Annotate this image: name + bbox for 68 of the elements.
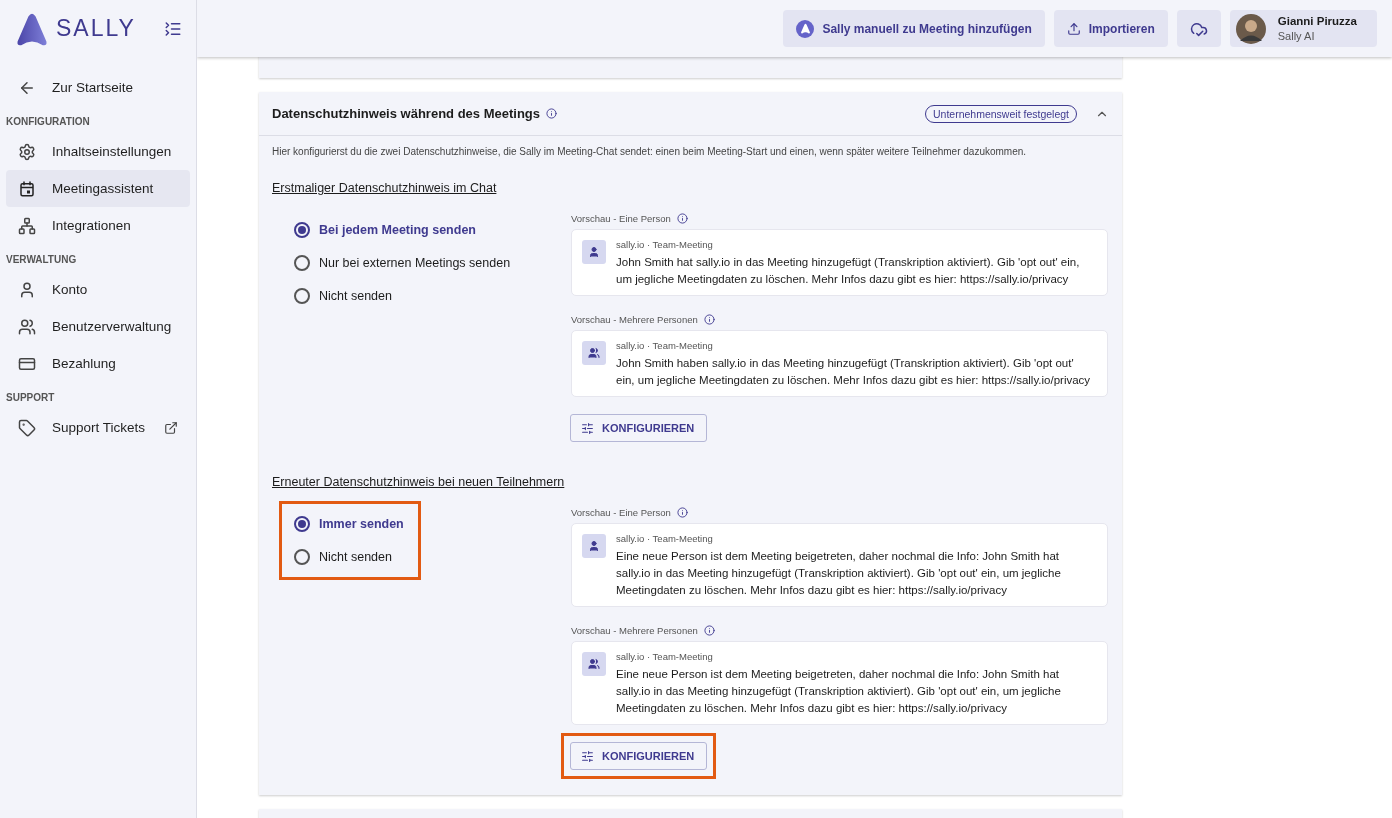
person-icon [582, 240, 606, 264]
cloud-check-button[interactable] [1176, 10, 1221, 47]
nav-item[interactable]: Support Tickets [6, 409, 190, 446]
radio-option[interactable]: Nur bei externen Meetings senden [294, 252, 511, 274]
message-text: Eine neue Person ist dem Meeting beigetreten, daher nochmal die Info: John Smith hat sally.io in das Meeting hinzugefügt (Transkription aktiviert). Gib 'opt out' ein, um jegliche Meetingdaten zu löschen. Mehr Infos dazu gibt es hier: https://sally.io/privacy [616, 549, 1062, 598]
message-text: John Smith hat sally.io in das Meeting hinzugefügt (Transkription aktiviert). Gib 'opt out' ein, um jegliche Meetingdaten zu löschen. Mehr Infos dazu gibt es hier: https://sally.io/privacy [616, 255, 1081, 287]
panel-description: Hier konfigurierst du die zwei Datenschutzhinweise, die Sally im Meeting-Chat sendet: einen beim Meeting-Start und einen, wenn später weitere Teilnehmer dazukommen. [272, 146, 1028, 157]
preview-label: Vorschau - Eine Person [571, 507, 671, 518]
collapse-menu-icon[interactable] [164, 19, 182, 38]
nav-item[interactable]: Benutzerverwaltung [6, 308, 190, 345]
add-sally-button[interactable]: Sally manuell zu Meeting hinzufügen [783, 10, 1045, 47]
nav-icon [18, 418, 36, 437]
message-sender: sally.io · Team-Meeting [616, 533, 714, 544]
preview-label: Vorschau - Mehrere Personen [571, 314, 698, 325]
configure-button[interactable]: KONFIGURIEREN [570, 742, 708, 770]
person-icon [582, 534, 606, 558]
external-link-icon [164, 420, 178, 435]
info-icon [703, 625, 715, 636]
info-icon [676, 507, 688, 518]
configure-button[interactable]: KONFIGURIEREN [570, 414, 708, 442]
section-title: Erstmaliger Datenschutzhinweis im Chat [272, 181, 498, 195]
nav-item[interactable]: Meetingassistent [6, 170, 190, 207]
upload-icon [1066, 21, 1081, 36]
avatar [1235, 13, 1266, 44]
back-link[interactable]: Zur Startseite [6, 69, 190, 106]
user-role: Sally AI [1277, 30, 1316, 42]
nav-section-title: KONFIGURATION [6, 116, 91, 127]
radio-option[interactable]: Bei jedem Meeting senden [294, 219, 511, 241]
nav-icon [18, 280, 36, 299]
info-icon [676, 213, 688, 224]
import-button[interactable]: Importieren [1053, 10, 1168, 47]
radio-icon[interactable] [294, 549, 310, 565]
nav-icon [18, 317, 36, 336]
message-sender: sally.io · Team-Meeting [616, 340, 714, 351]
message-sender: sally.io · Team-Meeting [616, 239, 714, 250]
nav-icon [18, 142, 36, 161]
nav-item[interactable]: Integrationen [6, 207, 190, 244]
preview-label: Vorschau - Eine Person [571, 213, 671, 224]
sliders-icon [581, 749, 594, 763]
radio-option[interactable]: Nicht senden [294, 285, 511, 307]
radio-icon[interactable] [294, 222, 310, 238]
panel-title: Datenschutzhinweis während des Meetings [272, 106, 540, 121]
nav-item[interactable]: Konto [6, 271, 190, 308]
user-menu[interactable]: Gianni Piruzza Sally AI [1229, 10, 1377, 47]
radio-icon[interactable] [294, 288, 310, 304]
section-title: Erneuter Datenschutzhinweis bei neuen Teilnehmern [272, 475, 566, 489]
group-icon [582, 341, 606, 365]
nav-section-title: VERWALTUNG [6, 254, 78, 265]
logo-icon [799, 23, 811, 34]
message-text: John Smith haben sally.io in das Meeting hinzugefügt (Transkription aktiviert). Gib 'opt out' ein, um jegliche Meetingdaten zu löschen. Mehr Infos dazu gibt es hier: https://sally.io/privacy [616, 356, 1092, 388]
info-icon [546, 108, 557, 119]
nav-section-title: SUPPORT [6, 392, 56, 403]
nav-icon [18, 179, 36, 198]
info-icon [703, 314, 715, 325]
group-icon [582, 652, 606, 676]
message-text: Eine neue Person ist dem Meeting beigetreten, daher nochmal die Info: John Smith hat sally.io in das Meeting hinzugefügt (Transkription aktiviert). Gib 'opt out' ein, um jegliche Meetingdaten zu löschen. Mehr Infos dazu gibt es hier: https://sally.io/privacy [616, 667, 1062, 716]
user-name: Gianni Piruzza [1277, 15, 1357, 27]
preview-label: Vorschau - Mehrere Personen [571, 625, 698, 636]
radio-icon[interactable] [294, 516, 310, 532]
radio-option[interactable]: Immer senden [294, 513, 404, 535]
message-sender: sally.io · Team-Meeting [616, 651, 714, 662]
nav-icon [18, 216, 36, 235]
radio-option[interactable]: Nicht senden [294, 546, 404, 568]
sliders-icon [581, 421, 594, 435]
nav-item[interactable]: Bezahlung [6, 345, 190, 382]
radio-icon[interactable] [294, 255, 310, 271]
nav-item[interactable]: Inhaltseinstellungen [6, 133, 190, 170]
brand-name: SALLY [56, 15, 137, 42]
